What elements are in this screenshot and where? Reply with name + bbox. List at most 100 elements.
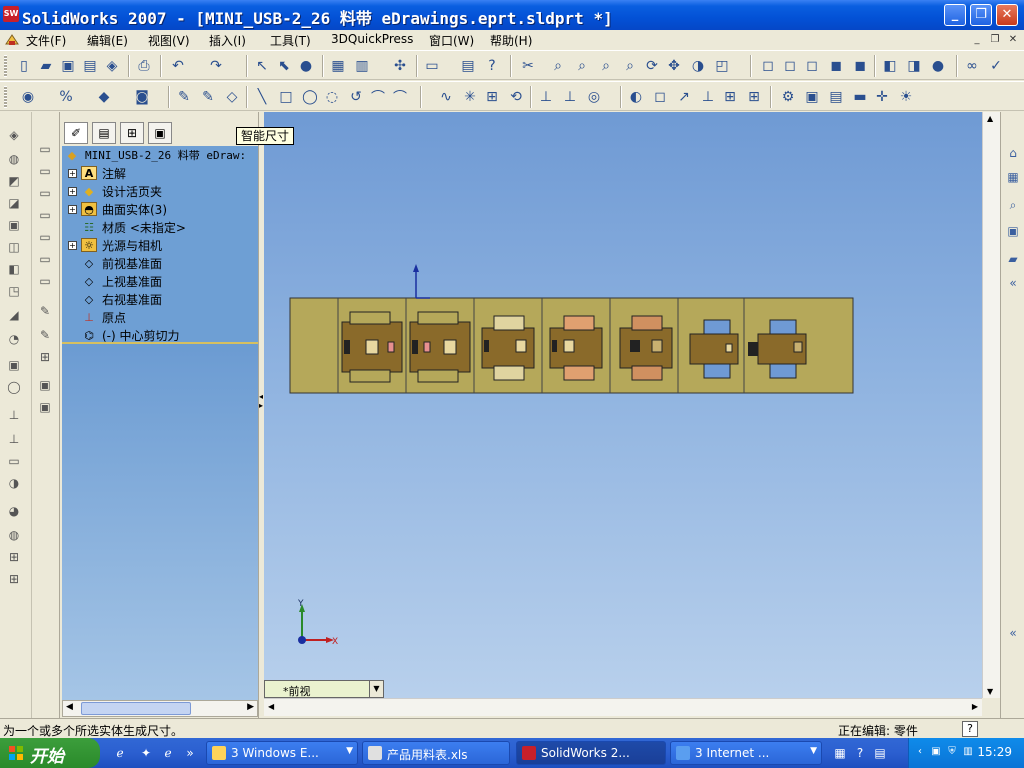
make-drawing-icon[interactable]: ▤ [80,56,100,76]
light-bulb-icon[interactable]: ☀ [896,87,916,107]
centerpoint-arc-icon[interactable]: ◌ [322,87,342,107]
graphics-vertical-scrollbar[interactable]: ▲ ▼ [982,112,1000,698]
measure-icon[interactable]: ▣ [35,376,55,394]
line-icon[interactable]: ╲ [252,87,272,107]
close-button[interactable]: ✕ [996,4,1018,26]
solidworks-menu-icon[interactable] [4,32,20,48]
taskbar-item-solidworks[interactable]: SolidWorks 2... [516,741,666,765]
circle-icon[interactable]: ◯ [300,87,320,107]
network-icon[interactable]: ▣ [929,746,943,760]
scale-icon[interactable]: ⊞ [4,570,24,588]
scroll-right-icon[interactable]: ▶ [247,702,254,712]
scroll-right-icon[interactable]: ▶ [972,702,978,711]
solidworks-resources-icon[interactable]: ⌂ [1004,144,1022,162]
3d-sketch-tool-icon[interactable]: ✎ [198,87,218,107]
tree-item-right-plane[interactable]: ◇ 右视基准面 [81,290,162,308]
tab-configuration-manager[interactable]: ⊞ [120,122,144,144]
gear-icon[interactable]: ⚙ [778,87,798,107]
help-tray-icon[interactable]: ? [852,746,868,762]
tab-feature-tree[interactable]: ✐ [64,122,88,144]
rotate-icon[interactable]: ⟳ [642,56,662,76]
hidden-lines-visible-icon[interactable]: ◻ [780,56,800,76]
scroll-thumb[interactable] [81,702,191,715]
point-tool-icon[interactable]: ▭ [35,206,55,224]
collapse-pane-icon[interactable]: « [1004,624,1022,642]
tree-item-origin[interactable]: ⊥ 原点 [81,308,126,326]
shaded-icon[interactable]: ◼ [850,56,870,76]
tab-dimxpert-manager[interactable]: ▣ [148,122,172,144]
mirror-entities-icon[interactable]: ⟲ [506,87,526,107]
scroll-down-icon[interactable]: ▼ [987,687,993,696]
smart-dimension-icon[interactable]: % [56,87,76,107]
offset-icon[interactable]: ↗ [674,87,694,107]
add-relation-icon[interactable]: ⊥ [536,87,556,107]
sketch-chip-icon[interactable]: ◙ [132,87,152,107]
axis-tool-icon[interactable]: ▭ [35,162,55,180]
scroll-left-icon[interactable]: ◀ [268,702,274,711]
section-view-icon[interactable]: ◧ [880,56,900,76]
redo-icon[interactable]: ↷ [206,56,226,76]
shape-icon[interactable]: ⊥ [4,406,24,424]
dome-icon[interactable]: ◯ [4,378,24,396]
analysis-icon[interactable]: ✣ [390,56,410,76]
flex-icon[interactable]: ⊥ [4,430,24,448]
menu-help[interactable]: 帮助(H) [490,32,532,49]
combine-icon[interactable]: ◑ [4,474,24,492]
expand-icon[interactable]: + [68,186,77,196]
rectangle-icon[interactable]: □ [276,87,296,107]
previous-view-icon[interactable]: ◑ [688,56,708,76]
print-icon[interactable]: ⎙ [134,56,154,76]
quick-launch-ie2-icon[interactable]: ℯ [160,746,176,762]
feature-tree-horizontal-scrollbar[interactable]: ◀ ▶ [62,700,258,717]
select-icon[interactable]: ↖ [252,56,272,76]
view-name-selector[interactable]: *前视 ▼ [264,680,384,698]
expand-icon[interactable]: + [68,204,77,214]
graphics-horizontal-scrollbar[interactable]: ◀ ▶ [264,698,982,716]
menu-edit[interactable]: 编辑(E) [87,32,128,49]
status-help-icon[interactable]: ? [962,721,978,737]
dimension-tool-icon[interactable]: ◇ [222,87,242,107]
curve-icon[interactable]: ▭ [35,250,55,268]
solidworks-app-icon[interactable]: SW [3,6,19,22]
window-layout-icon[interactable]: ▭ [422,56,442,76]
equations-icon[interactable]: ⊞ [35,348,55,366]
menu-view[interactable]: 视图(V) [148,32,190,49]
menu-insert[interactable]: 插入(I) [209,32,246,49]
expand-icon[interactable]: + [68,168,77,178]
plane-tool-icon[interactable]: ▭ [35,140,55,158]
3d-sketch-icon[interactable]: ∞ [962,56,982,76]
open-folder-icon[interactable]: ▰ [36,56,56,76]
construction-geometry-icon[interactable]: ⊞ [482,87,502,107]
maximize-button[interactable]: ❐ [970,4,992,26]
quick-launch-icon[interactable]: ✦ [138,746,154,762]
ie-quick-launch-icon[interactable]: ℯ [112,746,128,762]
show-hidden-icons-icon[interactable]: ‹ [913,746,927,760]
repair-sketch-icon[interactable]: ◎ [584,87,604,107]
features-flyout-icon[interactable]: ◉ [18,87,38,107]
zoom-to-fit-icon[interactable]: ⌕ [548,56,568,76]
move-icon[interactable]: ✛ [872,87,892,107]
convert-entities-icon[interactable]: ⊥ [698,87,718,107]
rebuild-icon[interactable]: ● [296,56,316,76]
tangent-arc-icon[interactable]: ↺ [346,87,366,107]
design-library-icon[interactable]: ▦ [1004,168,1022,186]
loft-icon[interactable]: ◪ [4,194,24,212]
draft-icon[interactable]: ◢ [4,306,24,324]
keyboard-icon[interactable]: ▦ [832,746,848,762]
macro-icon[interactable]: ✓ [986,56,1006,76]
layer-manager-icon[interactable]: ▤ [826,87,846,107]
tree-item-annotations[interactable]: + A 注解 [68,164,126,182]
expand-icon[interactable]: + [68,240,77,250]
help-icon[interactable]: ? [482,56,502,76]
minimize-button[interactable]: _ [944,4,966,26]
shell-icon[interactable]: ◔ [4,330,24,348]
quick-launch-more-icon[interactable]: » [182,746,198,762]
mass-properties-icon[interactable]: ▣ [35,398,55,416]
block-icon[interactable]: ▣ [802,87,822,107]
tree-item-surface-bodies[interactable]: + ◓ 曲面实体(3) [68,200,167,218]
layers-icon[interactable]: ▥ [352,56,372,76]
expand-pane-icon[interactable]: « [1004,274,1022,292]
save-icon[interactable]: ▣ [58,56,78,76]
extrude-icon[interactable]: ◈ [4,126,24,144]
realview-icon[interactable]: ● [928,56,948,76]
